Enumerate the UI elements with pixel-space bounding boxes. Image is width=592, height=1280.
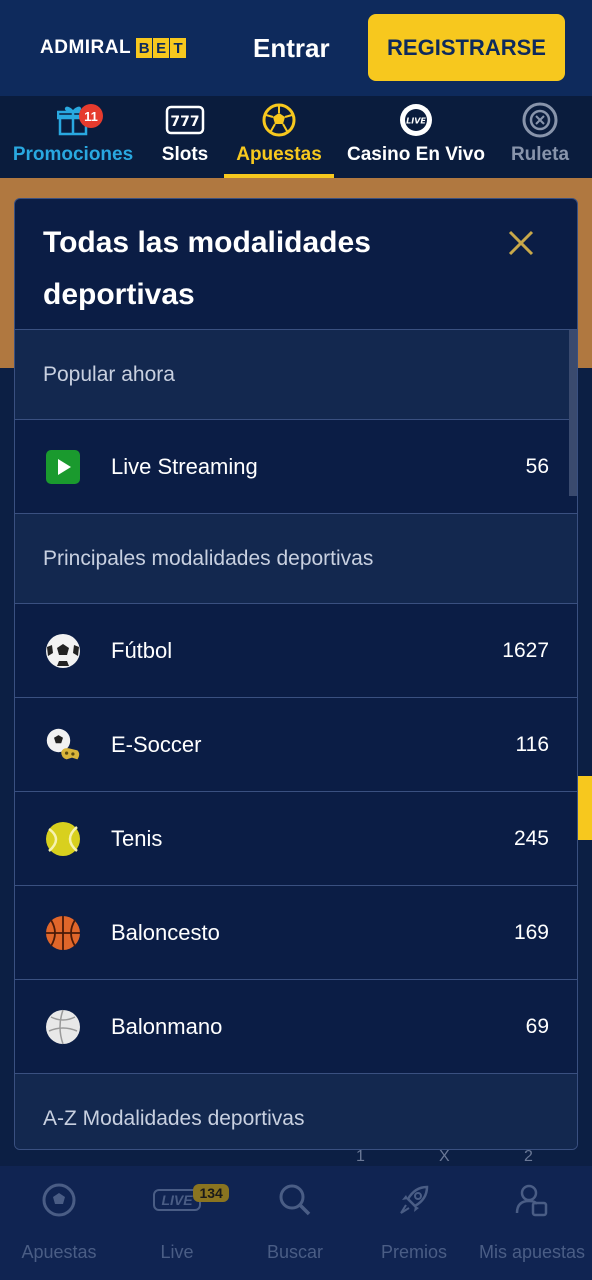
modal-header: Todas las modalidades deportivas — [15, 199, 577, 330]
tab-casino-en-vivo[interactable]: LIVE Casino En Vivo — [347, 96, 485, 178]
odds-header-2: 2 — [524, 1148, 533, 1165]
bottom-nav-mis-apuestas[interactable]: Mis apuestas — [476, 1166, 588, 1280]
football-icon — [45, 633, 81, 669]
gift-icon: 11 — [53, 100, 103, 140]
rocket-icon — [397, 1180, 431, 1220]
sport-count: 56 — [525, 454, 549, 478]
sport-row-live-streaming[interactable]: Live Streaming 56 — [15, 420, 577, 514]
bottom-nav-label: Live — [160, 1242, 194, 1262]
close-button[interactable] — [501, 223, 541, 263]
sport-name: Live Streaming — [111, 453, 258, 479]
search-icon — [278, 1180, 312, 1220]
sport-row-futbol[interactable]: Fútbol 1627 — [15, 604, 577, 698]
sport-count: 69 — [525, 1014, 549, 1038]
tab-label: Apuestas — [236, 144, 322, 165]
tab-apuestas[interactable]: Apuestas — [224, 96, 334, 178]
basketball-icon — [45, 915, 81, 951]
logo-text: ADMIRAL — [40, 37, 132, 58]
sport-row-balonmano[interactable]: Balonmano 69 — [15, 980, 577, 1074]
sport-name: Baloncesto — [111, 919, 220, 945]
odds-header-1: 1 — [356, 1148, 365, 1165]
modal-title: Todas las modalidades deportivas — [43, 226, 371, 311]
bottom-nav-apuestas[interactable]: Apuestas — [18, 1166, 100, 1280]
logo-bet: B E T — [135, 38, 187, 58]
tab-label: Slots — [161, 144, 209, 165]
bottom-nav-label: Mis apuestas — [478, 1242, 586, 1262]
sport-row-baloncesto[interactable]: Baloncesto 169 — [15, 886, 577, 980]
svg-text:777: 777 — [170, 114, 199, 130]
bottom-nav-buscar[interactable]: Buscar — [260, 1166, 330, 1280]
sport-row-esoccer[interactable]: E-Soccer 116 — [15, 698, 577, 792]
tab-ruleta[interactable]: Ruleta — [508, 96, 572, 178]
tab-label: Ruleta — [510, 144, 570, 165]
esoccer-icon — [45, 727, 81, 763]
tennis-ball-icon — [45, 821, 81, 857]
close-icon — [508, 230, 534, 256]
sport-name: Balonmano — [111, 1013, 223, 1039]
tab-label: Promociones — [12, 144, 134, 165]
register-button[interactable]: REGISTRARSE — [368, 14, 565, 81]
background-accent — [576, 776, 592, 840]
slot-machine-icon: 777 — [165, 100, 205, 140]
sport-count: 245 — [513, 826, 549, 850]
play-icon — [45, 449, 81, 485]
handball-icon — [45, 1009, 81, 1045]
soccer-ball-icon — [259, 100, 299, 140]
tab-promociones[interactable]: 11 Promociones — [12, 96, 134, 178]
sport-name: E-Soccer — [111, 731, 202, 757]
bottom-nav-premios[interactable]: Premios — [376, 1166, 452, 1280]
sport-count: 169 — [513, 920, 549, 944]
live-count-badge: 134 — [193, 1184, 229, 1202]
tab-slots[interactable]: 777 Slots — [160, 96, 210, 178]
bottom-nav: Apuestas LIVE 134 Live Buscar Premios Mi… — [0, 1166, 592, 1280]
bottom-nav-label: Apuestas — [21, 1242, 97, 1262]
admiralbet-logo[interactable]: ADMIRAL B E T — [40, 36, 187, 60]
sport-row-tenis[interactable]: Tenis 245 — [15, 792, 577, 886]
sport-count: 116 — [515, 732, 549, 756]
sports-modal: Todas las modalidades deportivas Popular… — [14, 198, 578, 1150]
bottom-nav-live[interactable]: LIVE 134 Live — [150, 1166, 229, 1280]
tab-label: Casino En Vivo — [347, 144, 485, 165]
roulette-icon — [520, 100, 560, 140]
bottom-nav-label: Buscar — [266, 1242, 324, 1262]
sport-name: Tenis — [111, 825, 163, 851]
my-bets-icon — [515, 1180, 549, 1220]
category-nav: 11 Promociones 777 Slots Apuestas LIVE C… — [0, 96, 592, 178]
bottom-nav-label: Premios — [380, 1242, 447, 1262]
promo-badge: 11 — [79, 104, 103, 128]
login-button[interactable]: Entrar — [253, 33, 330, 64]
live-icon: LIVE 134 — [153, 1180, 229, 1220]
sport-count: 1627 — [502, 638, 549, 662]
soccer-ball-icon — [41, 1180, 77, 1220]
live-chip-icon: LIVE — [396, 100, 436, 140]
section-principales: Principales modalidades deportivas — [15, 514, 577, 604]
section-popular: Popular ahora — [15, 330, 577, 420]
sport-name: Fútbol — [111, 637, 173, 663]
svg-text:LIVE: LIVE — [406, 117, 426, 126]
section-az: A-Z Modalidades deportivas — [15, 1074, 577, 1149]
top-header: ADMIRAL B E T Entrar REGISTRARSE — [0, 0, 592, 96]
odds-header-x: X — [439, 1148, 450, 1165]
